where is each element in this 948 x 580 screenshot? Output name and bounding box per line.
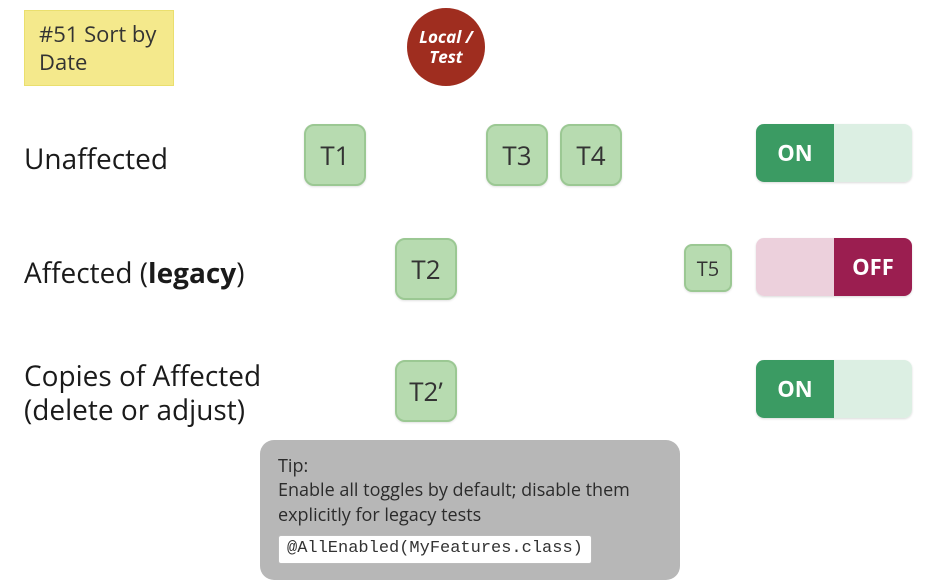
row-label-affected: Affected (legacy) xyxy=(24,254,244,292)
toggle-unaffected[interactable]: ON xyxy=(756,124,912,182)
row-label-unaffected-text: Unaffected xyxy=(24,140,168,178)
tip-heading: Tip: xyxy=(278,454,662,478)
test-box-t5-label: T5 xyxy=(697,255,719,282)
tip-body: Enable all toggles by default; disable t… xyxy=(278,478,662,527)
tip-code-annotation: @AllEnabled(MyFeatures.class) xyxy=(278,535,592,564)
test-box-t2: T2 xyxy=(395,238,457,300)
test-box-t2prime-label: T2’ xyxy=(409,373,443,409)
toggle-unaffected-on: ON xyxy=(756,124,834,182)
test-box-t1-label: T1 xyxy=(320,137,349,173)
toggle-copies-track xyxy=(834,360,912,418)
issue-sticky-text: #51 Sort by Date xyxy=(39,19,156,77)
row-label-copies: Copies of Affected (delete or adjust) xyxy=(24,360,261,427)
local-test-line2: Test xyxy=(429,45,463,68)
test-box-t5: T5 xyxy=(684,244,732,292)
toggle-affected-track xyxy=(756,238,834,296)
test-box-t2-label: T2 xyxy=(411,251,440,287)
row-label-affected-pre: Affected ( xyxy=(24,254,148,292)
test-box-t4: T4 xyxy=(560,124,622,186)
issue-sticky-note: #51 Sort by Date xyxy=(24,10,174,86)
row-label-copies-line2: (delete or adjust) xyxy=(24,391,245,429)
toggle-copies[interactable]: ON xyxy=(756,360,912,418)
row-label-unaffected: Unaffected xyxy=(24,140,168,178)
diagram-canvas: #51 Sort by Date Local / Test Unaffected… xyxy=(0,0,948,560)
row-label-affected-bold: legacy xyxy=(148,254,236,292)
tip-callout: Tip: Enable all toggles by default; disa… xyxy=(260,440,680,580)
test-box-t3: T3 xyxy=(486,124,548,186)
local-test-badge: Local / Test xyxy=(407,8,485,86)
test-box-t1: T1 xyxy=(304,124,366,186)
row-label-affected-post: ) xyxy=(236,254,244,292)
row-label-copies-line1: Copies of Affected xyxy=(24,357,261,395)
test-box-t3-label: T3 xyxy=(502,137,531,173)
test-box-t2prime: T2’ xyxy=(395,360,457,422)
toggle-affected-off: OFF xyxy=(834,238,912,296)
toggle-copies-on: ON xyxy=(756,360,834,418)
test-box-t4-label: T4 xyxy=(576,137,605,173)
toggle-unaffected-track xyxy=(834,124,912,182)
toggle-affected[interactable]: OFF xyxy=(756,238,912,296)
